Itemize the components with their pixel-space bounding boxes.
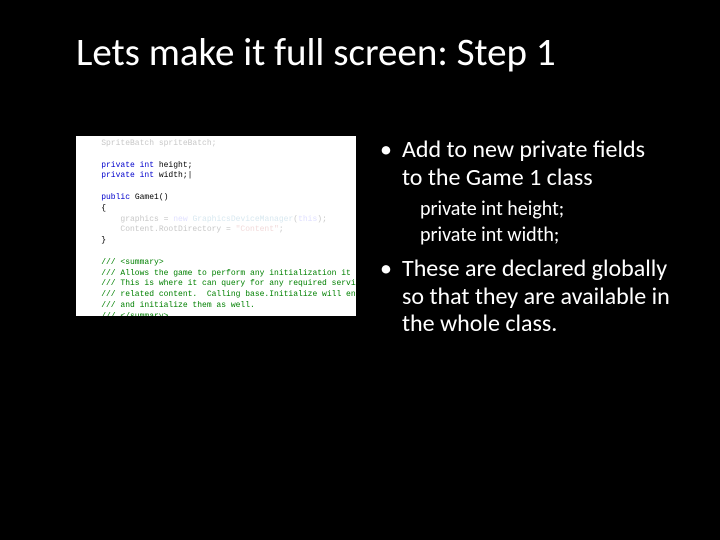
code-line [82,150,356,161]
code-line: /// Allows the game to perform any initi… [82,269,356,280]
bullet-level-1: These are declared globally so that they… [380,255,670,338]
slide-title: Lets make it full screen: Step 1 [76,32,670,75]
code-line: /// </summary> [82,312,356,316]
bullet-level-2: private int width; [380,223,670,247]
code-line: Content.RootDirectory = "Content"; [82,225,356,236]
code-line [82,182,356,193]
code-line: public Game1() [82,193,356,204]
code-line: /// This is where it can query for any r… [82,279,356,290]
code-line: /// <summary> [82,258,356,269]
code-line: SpriteBatch spriteBatch; [82,139,356,150]
bullet-level-2: private int height; [380,197,670,221]
code-line: } [82,236,356,247]
code-line: /// related content. Calling base.Initia… [82,290,356,301]
slide: Lets make it full screen: Step 1 SpriteB… [0,0,720,540]
code-line: private int height; [82,161,356,172]
bullet-list: Add to new private fields to the Game 1 … [380,136,670,344]
code-line: graphics = new GraphicsDeviceManager(thi… [82,215,356,226]
bullet-level-1: Add to new private fields to the Game 1 … [380,136,670,191]
code-line: private int width;| [82,171,356,182]
code-line: /// and initialize them as well. [82,301,356,312]
code-screenshot: SpriteBatch spriteBatch; private int hei… [76,136,356,316]
code-line [82,247,356,258]
code-line: { [82,204,356,215]
